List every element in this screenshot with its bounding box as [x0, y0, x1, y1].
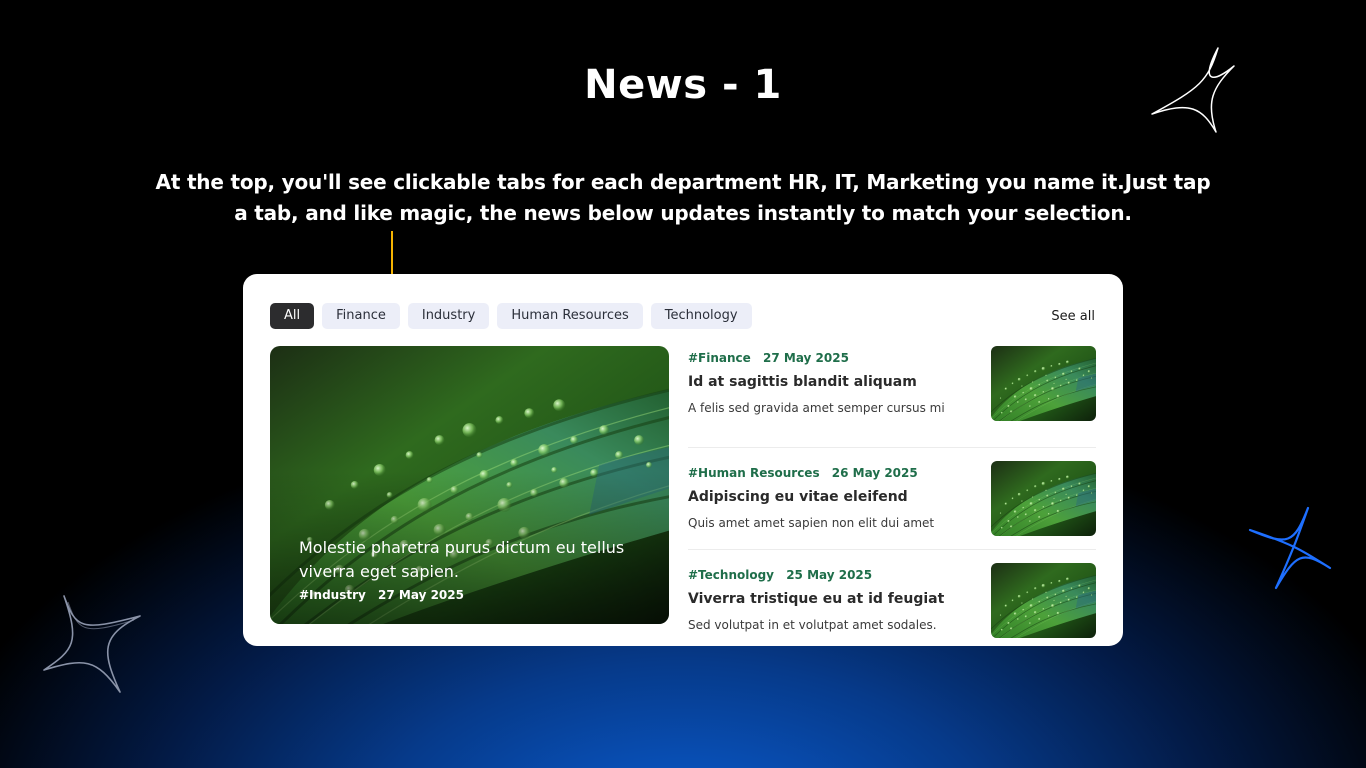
tab-human-resources[interactable]: Human Resources — [497, 303, 643, 329]
news-title: Viverra tristique eu at id feugiat — [688, 591, 945, 607]
leaf-image — [991, 346, 1096, 421]
news-card: All Finance Industry Human Resources Tec… — [243, 274, 1123, 646]
news-meta: #Human Resources 26 May 2025 — [688, 466, 926, 480]
news-date: 27 May 2025 — [763, 351, 849, 365]
sparkle-icon-blue — [1248, 506, 1332, 590]
news-thumbnail — [991, 563, 1096, 638]
news-tag: #Human Resources — [688, 466, 820, 480]
see-all-link[interactable]: See all — [1051, 309, 1095, 324]
department-tabs: All Finance Industry Human Resources Tec… — [270, 303, 752, 329]
sparkle-icon-white — [1151, 47, 1235, 133]
featured-date: 27 May 2025 — [378, 588, 464, 602]
featured-meta: #Industry 27 May 2025 — [299, 588, 472, 602]
news-thumbnail — [991, 346, 1096, 421]
list-item[interactable]: #Finance 27 May 2025 Id at sagittis blan… — [688, 346, 1096, 447]
news-meta: #Technology 25 May 2025 — [688, 568, 880, 582]
news-date: 25 May 2025 — [786, 568, 873, 582]
news-list: #Finance 27 May 2025 Id at sagittis blan… — [688, 346, 1096, 651]
news-excerpt: A felis sed gravida amet semper cursus m… — [688, 401, 945, 415]
list-item[interactable]: #Human Resources 26 May 2025 Adipiscing … — [688, 447, 1096, 549]
featured-tag: #Industry — [299, 588, 366, 602]
page-description: At the top, you'll see clickable tabs fo… — [155, 170, 1211, 225]
news-excerpt: Sed volutpat in et volutpat amet sodales… — [688, 618, 937, 632]
tab-all[interactable]: All — [270, 303, 315, 329]
featured-article[interactable]: Molestie pharetra purus dictum eu tellus… — [270, 346, 669, 624]
news-thumbnail — [991, 461, 1096, 536]
featured-headline: Molestie pharetra purus dictum eu tellus… — [299, 538, 625, 581]
tab-finance[interactable]: Finance — [322, 303, 400, 329]
news-excerpt: Quis amet amet sapien non elit dui amet — [688, 516, 935, 530]
news-tag: #Technology — [688, 568, 774, 582]
tab-technology[interactable]: Technology — [650, 303, 752, 329]
news-date: 26 May 2025 — [831, 466, 918, 480]
news-title: Id at sagittis blandit aliquam — [688, 374, 917, 390]
news-meta: #Finance 27 May 2025 — [688, 351, 857, 365]
pointer-line — [391, 231, 393, 279]
list-item[interactable]: #Technology 25 May 2025 Viverra tristiqu… — [688, 549, 1096, 651]
leaf-image — [991, 563, 1096, 638]
sparkle-icon-gray — [43, 595, 141, 693]
news-tag: #Finance — [688, 351, 751, 365]
leaf-image — [991, 461, 1096, 536]
tab-industry[interactable]: Industry — [407, 303, 490, 329]
news-title: Adipiscing eu vitae eleifend — [688, 489, 908, 505]
